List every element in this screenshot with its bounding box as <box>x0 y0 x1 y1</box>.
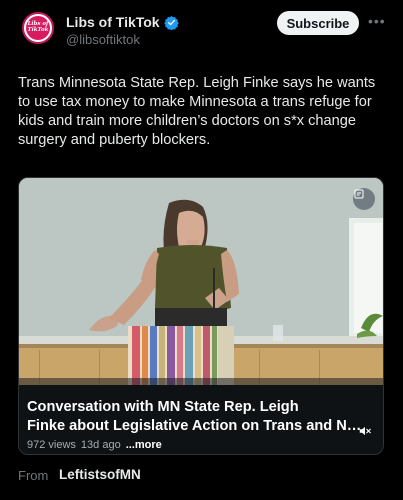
post-header: Libs of TikTok Libs of TikTok @libsoftik… <box>0 0 403 60</box>
author-handle[interactable]: @libsoftiktok <box>66 32 140 47</box>
verified-badge-icon <box>163 15 179 30</box>
mute-icon[interactable] <box>356 422 374 440</box>
video-title[interactable]: Conversation with MN State Rep. Leigh Fi… <box>27 398 372 435</box>
video-title-line1: Conversation with MN State Rep. Leigh <box>27 399 299 415</box>
video-card[interactable]: Conversation with MN State Rep. Leigh Fi… <box>18 177 384 455</box>
video-title-line2: Finke about Legislative Action on Trans … <box>27 417 365 434</box>
video-thumbnail <box>19 178 383 385</box>
source-link[interactable]: LeftistsofMN <box>59 467 141 482</box>
video-age: 13d ago <box>80 439 121 451</box>
post-text: Trans Minnesota State Rep. Leigh Finke s… <box>18 75 376 148</box>
avatar[interactable]: Libs of TikTok <box>22 12 54 44</box>
video-player[interactable] <box>19 178 383 385</box>
video-meta: 972 views 13d ago ...more <box>27 439 162 451</box>
avatar-text-line2: TikTok <box>27 27 49 33</box>
ellipsis-icon[interactable]: ••• <box>368 13 386 29</box>
video-info[interactable]: Conversation with MN State Rep. Leigh Fi… <box>19 385 383 454</box>
from-label: From <box>18 468 49 483</box>
subscribe-button[interactable]: Subscribe <box>277 11 359 35</box>
author-name-row[interactable]: Libs of TikTok <box>66 14 179 30</box>
avatar-logo-icon: Libs of TikTok <box>26 16 50 40</box>
more-link[interactable]: ...more <box>126 439 162 451</box>
settings-icon[interactable] <box>353 188 375 210</box>
author-name[interactable]: Libs of TikTok <box>66 14 160 30</box>
video-views: 972 views <box>27 439 76 451</box>
